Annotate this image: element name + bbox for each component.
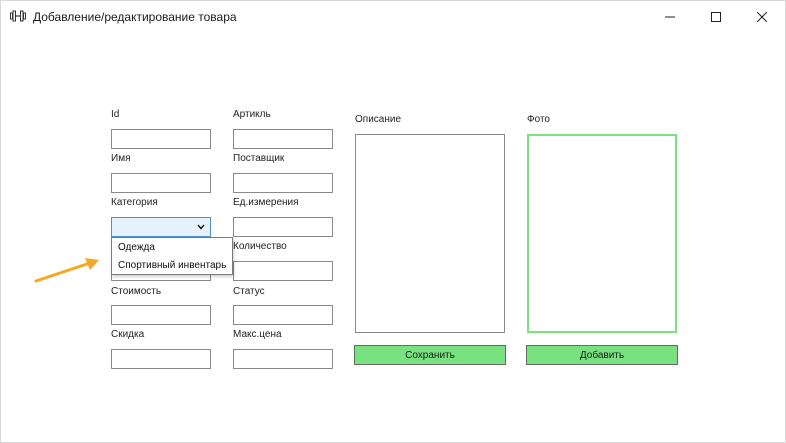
maximize-icon xyxy=(711,11,721,22)
discount-field[interactable] xyxy=(111,349,211,369)
category-combobox[interactable] xyxy=(111,217,211,237)
name-label: Имя xyxy=(111,153,131,164)
article-label: Артикль xyxy=(233,109,271,120)
unit-label: Ед.измерения xyxy=(233,197,299,208)
add-photo-button[interactable]: Добавить xyxy=(526,345,678,365)
article-field[interactable] xyxy=(233,129,333,149)
quantity-label: Количество xyxy=(233,241,287,252)
max-price-field[interactable] xyxy=(233,349,333,369)
description-textarea[interactable] xyxy=(355,134,505,333)
supplier-field[interactable] xyxy=(233,173,333,193)
maximize-button[interactable] xyxy=(693,1,739,32)
close-icon xyxy=(757,11,767,22)
save-button[interactable]: Сохранить xyxy=(354,345,506,365)
close-button[interactable] xyxy=(739,1,785,32)
supplier-label: Поставщик xyxy=(233,153,285,164)
photo-label: Фото xyxy=(527,114,550,125)
dumbbell-icon xyxy=(10,10,26,22)
name-field[interactable] xyxy=(111,173,211,193)
minimize-icon xyxy=(665,16,675,17)
status-field[interactable] xyxy=(233,305,333,325)
chevron-down-icon xyxy=(197,224,205,230)
quantity-field[interactable] xyxy=(233,261,333,281)
dropdown-option-sports-equipment[interactable]: Спортивный инвентарь xyxy=(118,260,226,271)
discount-label: Скидка xyxy=(111,329,145,340)
window-title: Добавление/редактирование товара xyxy=(33,10,237,24)
id-label: Id xyxy=(111,109,120,120)
category-dropdown-list: Одежда Спортивный инвентарь xyxy=(111,237,233,275)
title-bar[interactable]: Добавление/редактирование товара xyxy=(1,1,785,32)
id-field[interactable] xyxy=(111,129,211,149)
cost-field[interactable] xyxy=(111,305,211,325)
product-edit-window: Добавление/редактирование товара Id Имя … xyxy=(0,0,786,443)
photo-box[interactable] xyxy=(527,134,677,333)
description-label: Описание xyxy=(355,114,402,125)
minimize-button[interactable] xyxy=(647,1,693,32)
category-label: Категория xyxy=(111,197,158,208)
unit-field[interactable] xyxy=(233,217,333,237)
dropdown-option-clothing[interactable]: Одежда xyxy=(118,242,155,253)
annotation-arrow-icon xyxy=(34,258,99,283)
max-price-label: Макс.цена xyxy=(233,329,282,340)
status-label: Статус xyxy=(233,286,265,297)
cost-label: Стоимость xyxy=(111,286,162,297)
